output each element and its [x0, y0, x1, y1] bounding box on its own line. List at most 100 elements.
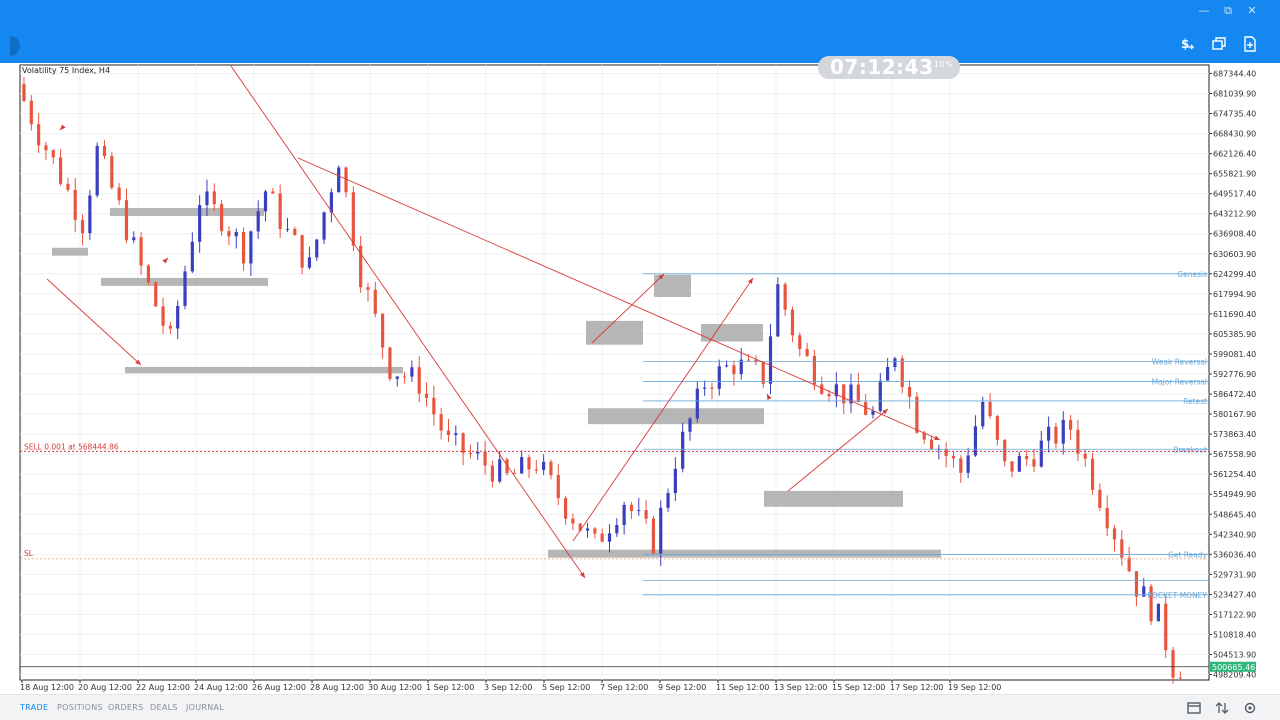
candle-body — [981, 402, 985, 427]
candle-body — [1083, 453, 1087, 459]
x-tick-label: 5 Sep 12:00 — [542, 683, 590, 692]
candle-body — [483, 451, 487, 466]
clock-time: 07:12:43 — [830, 55, 934, 79]
candle-body — [1112, 528, 1117, 540]
candle-body — [117, 187, 121, 201]
tab-positions[interactable]: POSITIONS — [57, 703, 103, 712]
tab-orders[interactable]: ORDERS — [108, 703, 144, 712]
candle-body — [476, 451, 480, 454]
candle-body — [80, 219, 85, 234]
side-panel-handle[interactable] — [10, 36, 20, 56]
candle-body — [725, 365, 729, 367]
y-tick-label: 573863.40 — [1213, 430, 1256, 439]
y-tick-label: 649517.40 — [1213, 190, 1256, 199]
tab-deals[interactable]: DEALS — [150, 703, 178, 712]
y-tick-label: 643212.90 — [1213, 210, 1256, 219]
candle-body — [1039, 440, 1043, 467]
price-chart[interactable]: 687344.40 681039.90 674735.40 668430.90 6621… — [0, 63, 1280, 694]
candle-body — [600, 533, 604, 542]
candle-body — [951, 456, 956, 459]
y-tick-label: 580167.90 — [1213, 410, 1256, 419]
x-tick-label: 18 Aug 12:00 — [20, 683, 74, 692]
x-tick-label: 13 Sep 12:00 — [774, 683, 827, 692]
y-tick-label: 517122.90 — [1213, 610, 1256, 619]
candle-body — [651, 518, 656, 554]
candle-body — [1017, 455, 1021, 472]
candle-body — [864, 402, 868, 415]
wallet-icon[interactable] — [1186, 700, 1202, 716]
candle-body — [563, 498, 568, 519]
candle-body — [205, 191, 209, 206]
candle-body — [29, 100, 33, 125]
candle-body — [578, 523, 582, 531]
candle-body — [622, 504, 626, 526]
current-price-text: 500665.46 — [1212, 663, 1255, 672]
new-order-icon[interactable] — [1241, 35, 1259, 53]
stop-loss-label: SL — [24, 549, 34, 558]
candle-body — [373, 289, 377, 314]
candle-body — [534, 469, 538, 471]
candle-body — [666, 493, 670, 508]
candle-body — [1003, 439, 1007, 462]
settings-icon[interactable] — [1242, 700, 1258, 716]
candle-body — [571, 518, 575, 524]
close-icon[interactable]: ✕ — [1244, 4, 1260, 17]
tab-journal[interactable]: JOURNAL — [186, 703, 224, 712]
zone-box — [764, 490, 903, 507]
candle-body — [556, 475, 560, 499]
y-tick-label: 561254.40 — [1213, 470, 1256, 479]
candle-body — [249, 231, 253, 264]
candle-body — [315, 239, 319, 258]
candle-body — [461, 433, 465, 453]
y-tick-label: 599081.40 — [1213, 350, 1256, 359]
candle-body — [1098, 489, 1102, 508]
candle-body — [1120, 539, 1124, 558]
x-tick-label: 3 Sep 12:00 — [484, 683, 532, 692]
candle-body — [1164, 603, 1168, 651]
candle-body — [351, 192, 355, 246]
candle-body — [732, 365, 736, 375]
zone-box — [52, 247, 88, 256]
x-tick-label: 17 Sep 12:00 — [890, 683, 943, 692]
candle-body — [388, 347, 392, 379]
candle-body — [1025, 455, 1029, 460]
minimize-icon[interactable]: — — [1196, 4, 1212, 17]
candle-body — [585, 528, 590, 531]
y-tick-label: 611690.40 — [1213, 310, 1256, 319]
dollar-transfer-icon[interactable]: $ — [1178, 35, 1196, 53]
candle-body — [812, 355, 817, 385]
candle-body — [959, 458, 963, 473]
candle-body — [417, 367, 421, 394]
y-tick-label: 624299.40 — [1213, 270, 1256, 279]
candle-body — [102, 145, 107, 156]
candle-body — [607, 533, 612, 542]
tab-trade[interactable]: TRADE — [20, 703, 48, 712]
candle-body — [381, 313, 385, 348]
candle-body — [300, 235, 304, 268]
candle-body — [1047, 426, 1051, 441]
candle-body — [944, 448, 948, 457]
candle-body — [498, 459, 502, 482]
zone-box — [548, 549, 941, 558]
candle-body — [1068, 419, 1073, 430]
candle-body — [190, 241, 194, 272]
sort-icon[interactable] — [1214, 700, 1230, 716]
candle-body — [1032, 459, 1036, 467]
candle-body — [659, 507, 663, 554]
level-label: Get Ready — [1168, 550, 1208, 559]
x-tick-label: 26 Aug 12:00 — [252, 683, 306, 692]
x-tick-label: 24 Aug 12:00 — [194, 683, 248, 692]
restore-icon[interactable]: ⧉ — [1220, 4, 1236, 18]
candle-body — [95, 145, 99, 196]
candle-body — [124, 200, 129, 241]
candle-body — [410, 367, 414, 377]
candle-body — [337, 167, 341, 193]
windows-icon[interactable] — [1210, 35, 1228, 53]
x-tick-label: 11 Sep 12:00 — [716, 683, 769, 692]
candle-body — [88, 195, 92, 234]
candle-body — [234, 231, 238, 237]
candle-body — [688, 418, 692, 432]
candle-body — [241, 231, 246, 264]
candle-body — [995, 416, 999, 440]
candle-body — [146, 265, 151, 283]
